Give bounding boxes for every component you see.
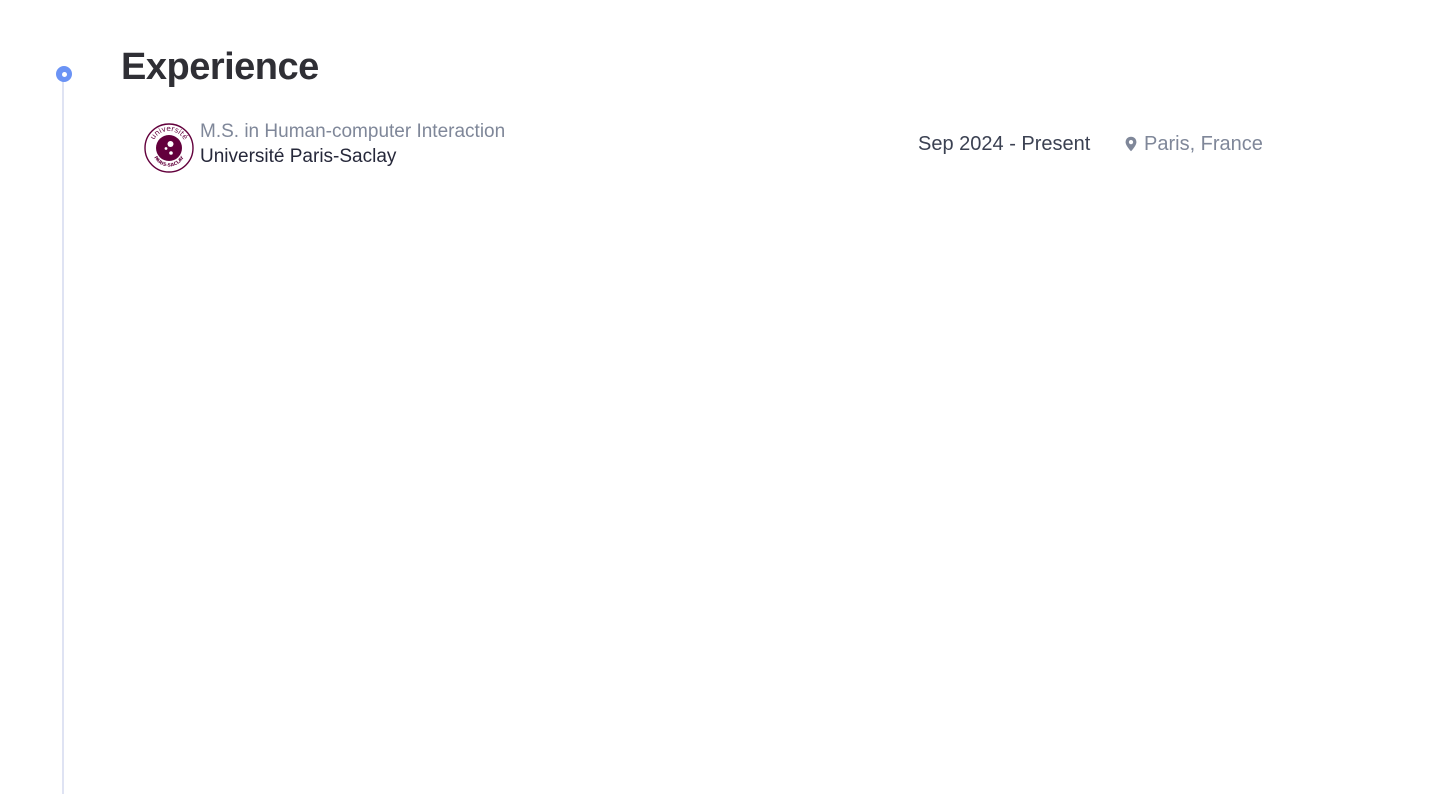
university-logo-icon: université PARIS-SACLAY xyxy=(144,123,194,173)
timeline-dot xyxy=(56,66,72,82)
timeline-line xyxy=(62,74,64,794)
entry-text: M.S. in Human-computer Interaction Unive… xyxy=(200,120,505,170)
section-title: Experience xyxy=(121,46,319,88)
experience-page: Experience université PARIS-SACLAY M.S. … xyxy=(0,0,1440,794)
location-text: Paris, France xyxy=(1144,133,1263,155)
entry-location: Paris, France xyxy=(1124,132,1263,156)
degree-title: M.S. in Human-computer Interaction xyxy=(200,121,506,142)
map-pin-icon xyxy=(1125,136,1137,152)
institution-name: Université Paris-Saclay xyxy=(200,146,397,167)
experience-entry: université PARIS-SACLAY M.S. in Human-co… xyxy=(144,120,1274,174)
entry-dates: Sep 2024 - Present xyxy=(918,133,1091,155)
